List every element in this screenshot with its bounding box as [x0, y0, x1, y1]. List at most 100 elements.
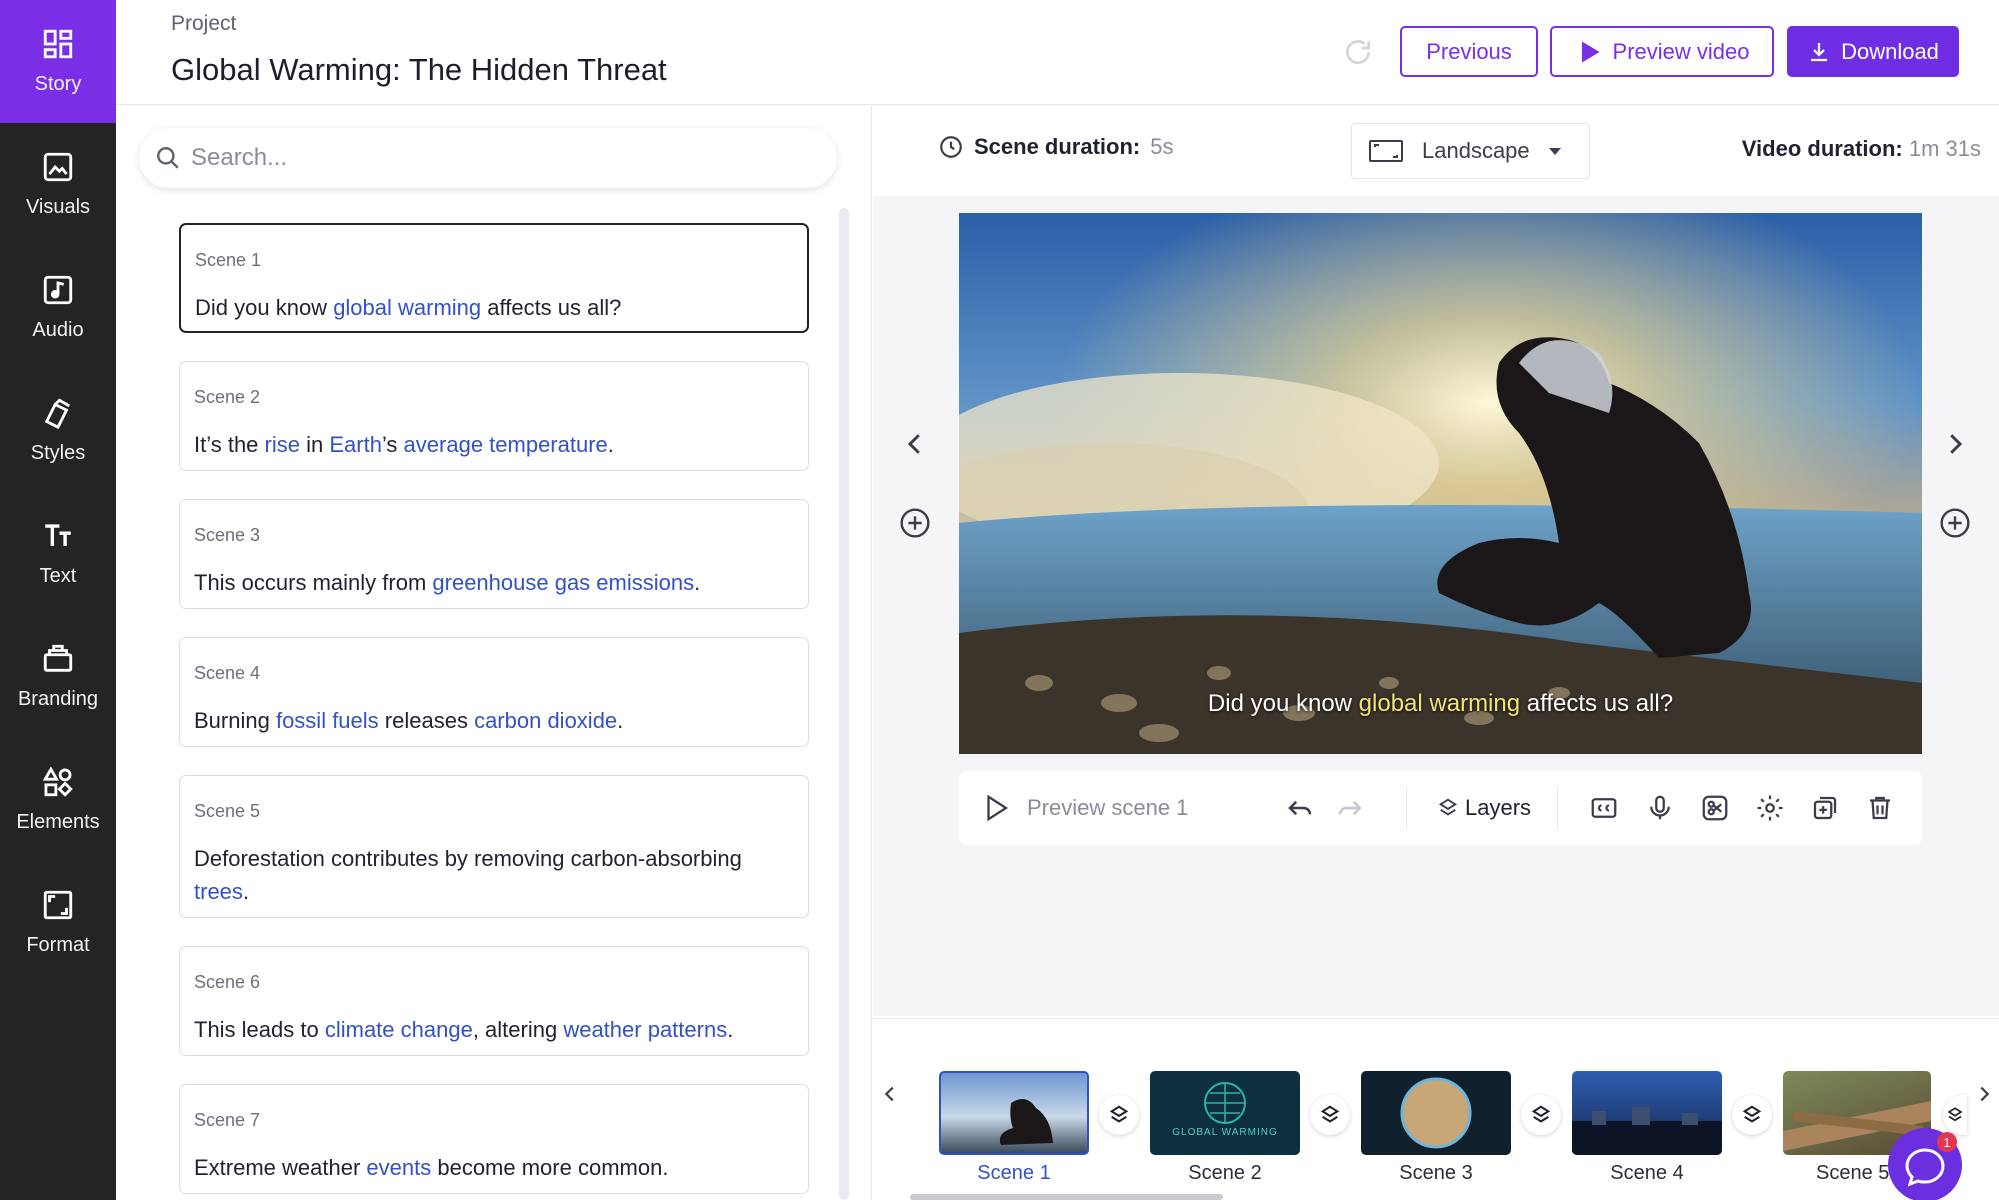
search-input[interactable]	[191, 144, 751, 172]
timeline-thumb-2[interactable]: GLOBAL WARMING	[1150, 1071, 1300, 1155]
project-title[interactable]: Global Warming: The Hidden Threat	[171, 52, 791, 88]
timeline-label-1: Scene 1	[977, 1162, 1051, 1184]
nav-item-styles[interactable]: Styles	[0, 369, 116, 492]
cards-icon	[44, 398, 71, 430]
caret-down-icon	[1548, 148, 1561, 155]
nav-item-format[interactable]: Format	[0, 861, 116, 984]
scene-card-3[interactable]: Scene 3 This occurs mainly from greenhou…	[179, 499, 809, 609]
add-scene-after-icon[interactable]	[1939, 507, 1971, 539]
redo-icon[interactable]	[1335, 793, 1365, 823]
timeline-scrollbar[interactable]	[910, 1194, 1223, 1200]
chevron-left-icon[interactable]	[900, 429, 930, 459]
nav-item-text[interactable]: Text	[0, 492, 116, 615]
thumb-layers-button-2[interactable]	[1310, 1095, 1350, 1135]
preview-video-button[interactable]: Preview video	[1550, 26, 1774, 77]
scene-label: Scene 3	[194, 525, 261, 545]
caption-pre: Did you know	[1207, 690, 1359, 717]
scene-timeline: Scene 1 GLOBAL WARMING Scene 2 Scene 3 S…	[873, 1018, 1999, 1200]
scene-text: This occurs mainly from greenhouse gas e…	[194, 566, 794, 599]
add-scene-before-icon[interactable]	[899, 507, 931, 539]
timeline-thumb-4[interactable]	[1572, 1071, 1722, 1155]
scene-card-7[interactable]: Scene 7 Extreme weather events become mo…	[179, 1084, 809, 1194]
scene-card-4[interactable]: Scene 4 Burning fossil fuels releases ca…	[179, 637, 809, 747]
scene-text: It’s the rise in Earth’s average tempera…	[194, 428, 794, 461]
scene-text-fragment: This occurs mainly from	[194, 570, 433, 595]
thumb-layers-button-3[interactable]	[1521, 1095, 1561, 1135]
download-icon	[1811, 42, 1828, 61]
scene-keyword: greenhouse gas emissions	[432, 570, 695, 595]
scene-keyword: trees	[194, 879, 243, 904]
scene-text-fragment: affects us all?	[481, 295, 622, 320]
nav-item-elements[interactable]: Elements	[0, 738, 116, 861]
scene-duration: Scene duration: 5s	[938, 134, 1174, 160]
shapes-icon	[42, 766, 73, 797]
thumb-layers-button-4[interactable]	[1732, 1095, 1772, 1135]
layers-icon	[1109, 1105, 1129, 1123]
briefcase-icon	[43, 644, 73, 672]
timeline-label-5: Scene 5	[1816, 1162, 1890, 1184]
scene-card-6[interactable]: Scene 6 This leads to climate change, al…	[179, 946, 809, 1056]
nav-item-visuals[interactable]: Visuals	[0, 123, 116, 246]
timeline-left-chevron-icon[interactable]	[879, 1083, 901, 1105]
preview-video-label: Preview video	[1612, 38, 1750, 64]
timeline-right-chevron-icon[interactable]	[1973, 1083, 1995, 1105]
scene-keyword: rise	[264, 432, 300, 457]
search-box	[139, 128, 837, 188]
preview-scene-label[interactable]: Preview scene 1	[1027, 795, 1188, 821]
scene-text: Did you know global warming affects us a…	[195, 291, 793, 324]
scene-card-2[interactable]: Scene 2 It’s the rise in Earth’s average…	[179, 361, 809, 471]
video-duration-value: 1m 31s	[1908, 136, 1981, 161]
scene-duration-value[interactable]: 5s	[1150, 134, 1173, 160]
thumb-layers-button-1[interactable]	[1099, 1095, 1139, 1135]
music-note-icon	[43, 275, 73, 305]
nav-label: Audio	[32, 319, 84, 341]
trash-icon[interactable]	[1865, 793, 1895, 823]
undo-icon[interactable]	[1285, 793, 1315, 823]
landscape-icon	[1369, 140, 1403, 162]
scene-card-5[interactable]: Scene 5 Deforestation contributes by rem…	[179, 775, 809, 918]
scene-preview[interactable]: Did you know global warming affects us a…	[959, 213, 1922, 754]
scene-keyword: carbon dioxide	[474, 708, 618, 733]
nav-label: Visuals	[25, 196, 91, 218]
scissors-icon[interactable]	[1700, 793, 1730, 823]
scene-text-fragment: Extreme weather	[194, 1155, 367, 1180]
scene-text-fragment: It’s the	[194, 432, 265, 457]
scene-text: Deforestation contributes by removing ca…	[194, 842, 794, 908]
refresh-icon[interactable]	[1342, 36, 1374, 68]
download-button[interactable]: Download	[1787, 26, 1959, 77]
scene-keyword: fossil fuels	[275, 708, 379, 733]
scene-text-fragment: releases	[378, 708, 475, 733]
previous-button-label: Previous	[1426, 38, 1512, 64]
layers-button[interactable]: Layers	[1465, 795, 1531, 821]
scenes-scrollbar[interactable]	[839, 208, 849, 1200]
nav-item-branding[interactable]: Branding	[0, 615, 116, 738]
orientation-select[interactable]: Landscape	[1351, 123, 1590, 179]
microphone-icon[interactable]	[1645, 793, 1675, 823]
captions-icon[interactable]	[1589, 793, 1619, 823]
gear-icon[interactable]	[1755, 793, 1785, 823]
play-scene-icon[interactable]	[981, 793, 1011, 823]
timeline-thumb-3[interactable]	[1361, 1071, 1511, 1155]
scene-keyword: weather patterns	[563, 1017, 728, 1042]
scene-text-fragment: Burning	[194, 708, 276, 733]
text-icon	[45, 524, 71, 546]
duplicate-icon[interactable]	[1810, 793, 1840, 823]
scene-duration-label: Scene duration:	[974, 134, 1141, 159]
orientation-value: Landscape	[1422, 138, 1530, 163]
editor-topbar: Scene duration: 5s Landscape Video durat…	[873, 106, 1999, 196]
chevron-right-icon[interactable]	[1940, 429, 1970, 459]
nav-item-story[interactable]: Story	[0, 0, 116, 123]
scene-label: Scene 6	[194, 972, 261, 992]
previous-button[interactable]: Previous	[1400, 26, 1538, 77]
scene-text-fragment: .	[727, 1017, 734, 1042]
caption-post: affects us all?	[1520, 690, 1674, 717]
scene-keyword: average temperature	[403, 432, 608, 457]
scene-card-1[interactable]: Scene 1 Did you know global warming affe…	[179, 223, 809, 333]
search-icon	[157, 147, 179, 169]
scene-label: Scene 1	[195, 250, 262, 270]
scene-label: Scene 7	[194, 1110, 261, 1130]
timeline-thumb-1[interactable]	[939, 1071, 1089, 1155]
scene-text-fragment: .	[617, 708, 624, 733]
scene-label: Scene 2	[194, 387, 261, 407]
nav-item-audio[interactable]: Audio	[0, 246, 116, 369]
